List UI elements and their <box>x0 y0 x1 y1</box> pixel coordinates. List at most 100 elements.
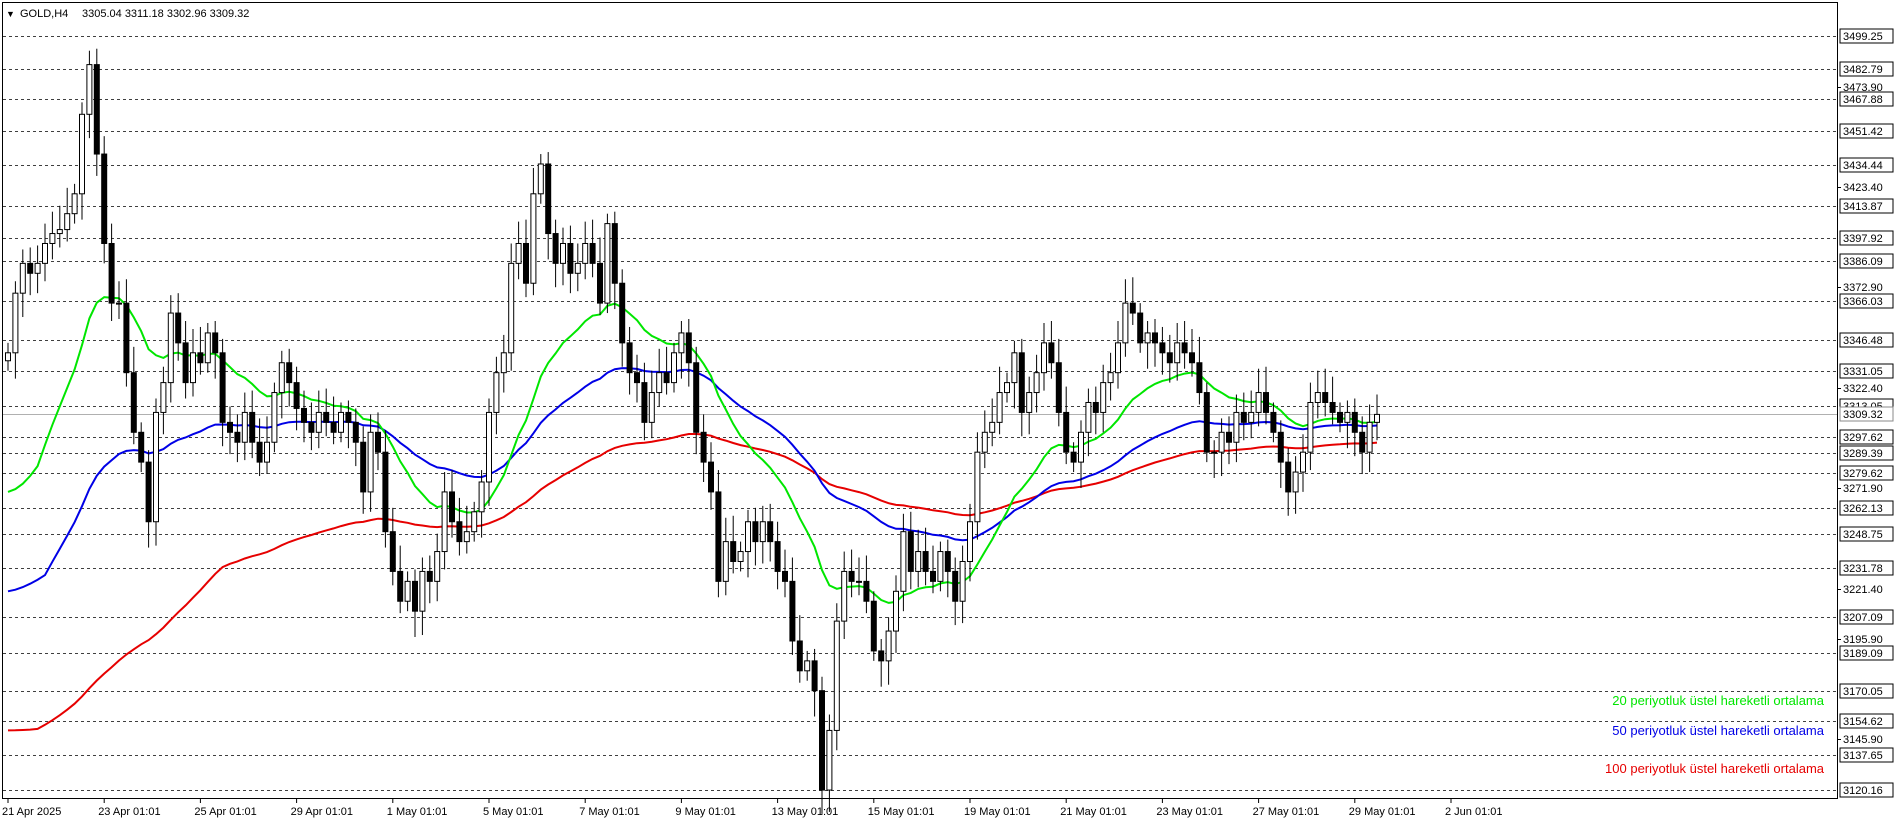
candle-body-bear <box>1070 451 1077 463</box>
y-tick-label: 3423.40 <box>1843 182 1883 194</box>
price-level-text: 3279.62 <box>1843 468 1883 480</box>
candle-body-bull <box>989 421 996 433</box>
candle-body-bull <box>648 392 655 423</box>
candle-body-bull <box>419 570 426 612</box>
price-level-label: 3451.42 <box>1839 123 1894 139</box>
candle-body-bull <box>981 431 988 453</box>
ohlc-readout: 3305.04 3311.18 3302.96 3309.32 <box>82 8 249 20</box>
candle-body-bear <box>101 153 108 244</box>
time-axis[interactable]: 21 Apr 2025 23 Apr 01:01 25 Apr 01:01 29 Ap… <box>2 798 1503 818</box>
price-level-label: 3120.16 <box>1839 782 1894 798</box>
price-level-text: 3248.75 <box>1843 529 1883 541</box>
candle-body-bear <box>1048 342 1055 364</box>
candle-body-bear <box>456 521 463 543</box>
chart-header: ▼ GOLD,H4 3305.04 3311.18 3302.96 3309.3… <box>6 8 249 20</box>
price-chart[interactable]: 3499.25 3482.79 3467.88 3451.42 3434.44 3413.… <box>0 0 1896 820</box>
candle-body-bear <box>1270 411 1277 433</box>
candle-body-bull <box>656 372 663 394</box>
price-axis[interactable]: 3499.25 3482.79 3467.88 3451.42 3434.44 3413.… <box>1837 28 1894 798</box>
candle-body-bear <box>308 421 315 433</box>
candle-body-bull <box>1107 372 1114 384</box>
candle-body-bull <box>79 113 85 195</box>
candle-body-bull <box>885 630 892 662</box>
x-tick-label: 7 May 01:01 <box>579 806 640 818</box>
candle-body-bear <box>693 362 700 433</box>
current-price-marker: 3309.32 <box>1839 406 1894 422</box>
price-level-label: 3346.48 <box>1839 332 1894 348</box>
candle-body-bull <box>1041 342 1047 374</box>
candle-body-bear <box>907 531 914 572</box>
candle-body-bull <box>996 392 1003 423</box>
candle-body-bear <box>641 382 648 423</box>
candle-body-bear <box>1159 342 1166 354</box>
candle-body-bear <box>663 372 670 384</box>
candle-body-bull <box>1248 411 1255 423</box>
candle-body-bear <box>1322 392 1329 403</box>
candle-body-bull <box>560 242 566 264</box>
y-tick-label: 3372.90 <box>1843 282 1883 294</box>
x-tick-label: 29 Apr 01:01 <box>291 806 353 818</box>
candle-body-bull <box>463 531 470 543</box>
candle-body-bear <box>811 660 818 692</box>
candle-body-bull <box>153 411 159 523</box>
x-tick-label: 27 May 01:01 <box>1253 806 1320 818</box>
plot-frame <box>2 2 1838 799</box>
candle-body-bear <box>597 262 603 304</box>
candle-body-bull <box>441 491 448 553</box>
candle-body-bear <box>1263 392 1269 413</box>
candle-body-bear <box>1285 461 1292 493</box>
candle-body-bull <box>167 312 174 384</box>
menu-triangle-icon[interactable]: ▼ <box>6 9 15 19</box>
candle-body-bear <box>789 580 796 642</box>
candle-body-bull <box>116 302 122 305</box>
y-tick-label: 3322.40 <box>1843 383 1883 395</box>
candle-body-bear <box>685 332 692 364</box>
candle-body-bear <box>293 382 300 409</box>
price-level-label: 3262.13 <box>1839 500 1894 516</box>
x-tick-label: 23 May 01:01 <box>1156 806 1223 818</box>
legend-ema100: 100 periyotluk üstel hareketli ortalama <box>1605 761 1825 776</box>
candle-body-bear <box>589 242 596 264</box>
candle-body-bear <box>1055 362 1062 413</box>
candle-body-bear <box>619 282 626 344</box>
price-level-label: 3434.44 <box>1839 157 1894 173</box>
candle-body-bear <box>626 342 633 374</box>
candle-body-bull <box>264 441 270 463</box>
price-level-text: 3207.09 <box>1843 612 1883 624</box>
candle-body-bull <box>1011 352 1018 384</box>
candle-body-bear <box>567 242 574 274</box>
candle-body-bull <box>1233 411 1240 443</box>
candle-body-bull <box>745 521 751 553</box>
candle-body-bear <box>130 372 137 433</box>
y-tick-label: 3271.90 <box>1843 483 1883 495</box>
candle-body-bull <box>530 193 537 284</box>
candle-body-bull <box>5 352 11 362</box>
candle-body-bear <box>212 332 219 354</box>
price-level-label: 3231.78 <box>1839 560 1894 576</box>
candle-body-bear <box>611 223 618 284</box>
candle-body-bear <box>545 163 552 235</box>
candle-body-bull <box>826 729 833 791</box>
candle-body-bear <box>382 451 389 533</box>
candle-body-bull <box>604 223 611 304</box>
candle-body-bull <box>12 292 19 354</box>
price-level-label: 3207.09 <box>1839 609 1894 625</box>
candle-body-bull <box>678 332 685 354</box>
candle-body-bear <box>930 570 936 582</box>
candle-body-bull <box>1292 471 1299 493</box>
candle <box>833 603 840 751</box>
candle-body-bear <box>1018 352 1025 413</box>
candle-body-bear <box>1166 352 1173 364</box>
candle-body-bear <box>1189 352 1195 364</box>
candle-body-bull <box>486 411 492 483</box>
price-level-text: 3170.05 <box>1843 686 1883 698</box>
candle-body-bull <box>34 262 41 274</box>
candle-body-bear <box>819 690 825 791</box>
candle-body-bear <box>774 541 781 572</box>
candle-body-bear <box>1351 411 1358 433</box>
candle-body-bear <box>197 352 204 364</box>
candle-body-bull <box>86 64 93 115</box>
candle-body-bull <box>1122 302 1129 344</box>
candle-body-bear <box>848 570 855 582</box>
candle-body-bull <box>759 521 766 543</box>
